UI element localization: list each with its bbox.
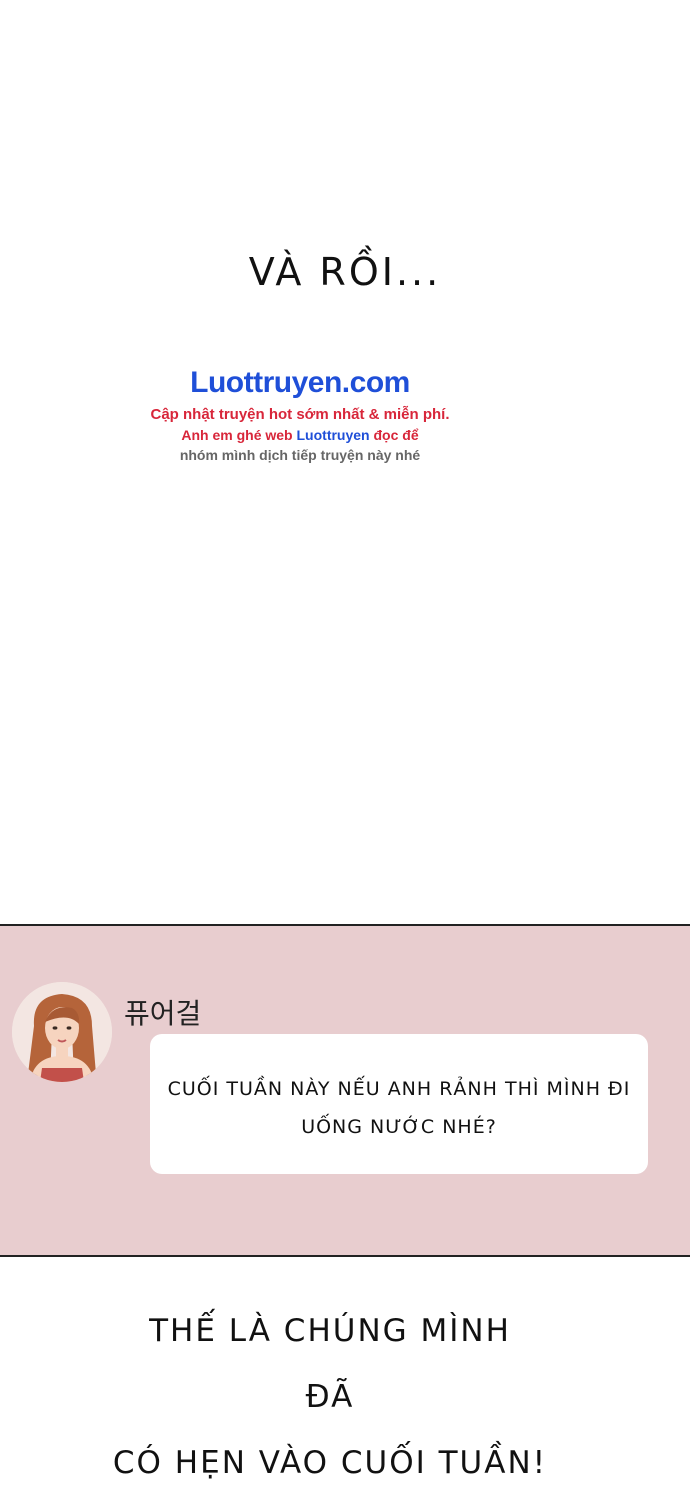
watermark-line-2-suffix: đọc để xyxy=(369,427,419,443)
caption-top: VÀ RỒI... xyxy=(248,250,442,294)
watermark-line-2-brand: Luottruyen xyxy=(296,427,370,443)
watermark-line-2: Anh em ghé web Luottruyen đọc để xyxy=(0,427,600,443)
sender-name: 퓨어걸 xyxy=(124,997,202,1030)
message-bubble: CUỐI TUẦN NÀY NẾU ANH RẢNH THÌ MÌNH ĐI U… xyxy=(150,1034,648,1174)
message-line-1: CUỐI TUẦN NÀY NẾU ANH RẢNH THÌ MÌNH ĐI xyxy=(167,1078,631,1100)
caption-bottom-line-1: THẾ LÀ CHÚNG MÌNH xyxy=(149,1313,511,1349)
caption-bottom-line-2: ĐÃ xyxy=(305,1379,355,1415)
watermark: Luottruyen.com Cập nhật truyện hot sớm n… xyxy=(0,366,600,463)
message-line-2: UỐNG NƯỚC NHÉ? xyxy=(301,1116,497,1138)
woman-avatar-icon xyxy=(12,982,112,1082)
watermark-line-2-prefix: Anh em ghé web xyxy=(181,427,297,443)
watermark-brand: Luottruyen.com xyxy=(190,366,410,399)
caption-bottom: THẾ LÀ CHÚNG MÌNH ĐÃ CÓ HẸN VÀO CUỐI TUẦ… xyxy=(0,1298,660,1496)
watermark-line-3: nhóm mình dịch tiếp truyện này nhé xyxy=(179,447,421,463)
chat-panel: 퓨어걸 CUỐI TUẦN NÀY NẾU ANH RẢNH THÌ MÌNH … xyxy=(0,924,690,1257)
watermark-line-1: Cập nhật truyện hot sớm nhất & miễn phí. xyxy=(150,406,450,423)
caption-bottom-line-3: CÓ HẸN VÀO CUỐI TUẦN! xyxy=(112,1445,548,1481)
